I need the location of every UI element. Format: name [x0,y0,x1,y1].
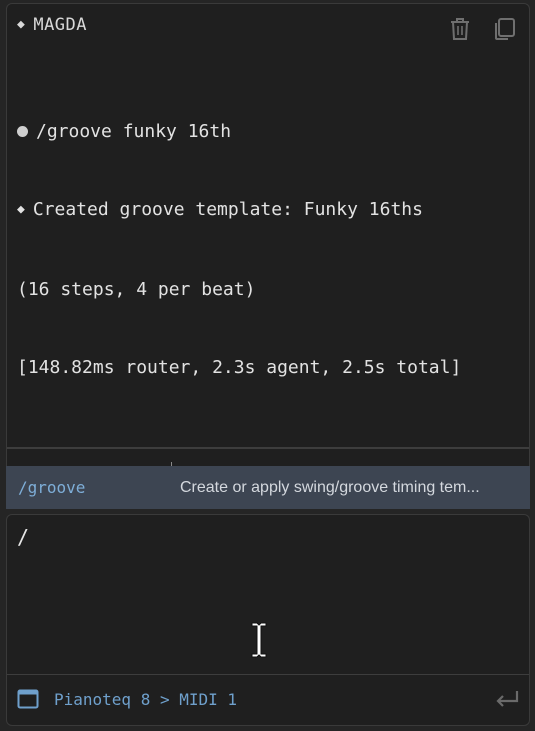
header-toolbar [447,16,517,42]
timing-line: [148.82ms router, 2.3s agent, 2.5s total… [17,357,462,378]
autocomplete-suggestion[interactable]: /groove Create or apply swing/groove tim… [6,466,530,509]
divider [7,447,529,449]
assistant-message: ◆ Created groove template: Funky 16ths [17,197,519,225]
chat-input-box[interactable]: / Pianoteq 8 > MIDI 1 [6,514,530,726]
response-line-1: Created groove template: Funky 16ths [32,199,423,220]
enter-icon[interactable] [493,687,521,715]
app-title: MAGDA [33,15,88,35]
clear-button[interactable] [447,16,473,42]
trash-icon [451,18,469,40]
user-bullet-icon [17,126,28,137]
copy-button[interactable] [491,16,517,42]
suggestion-command: /groove [18,478,86,497]
panel-header: ◆ MAGDA [17,15,87,35]
device-selector[interactable]: Pianoteq 8 > MIDI 1 [54,690,237,709]
diamond-icon: ◆ [17,17,26,32]
input-footer: Pianoteq 8 > MIDI 1 [7,675,529,725]
suggestion-description: Create or apply swing/groove timing tem.… [180,478,480,496]
user-command-text: /groove funky 16th [36,121,232,142]
copy-icon [495,18,515,40]
diamond-icon: ◆ [17,202,25,217]
text-cursor-icon [249,621,269,663]
window-icon[interactable] [17,689,39,713]
response-line-2: (16 steps, 4 per beat) [17,279,256,300]
user-message: /groove funky 16th [17,119,519,145]
chat-panel: ◆ MAGDA /groove funky 16th ◆ Created groov… [6,3,530,509]
chat-input[interactable]: / [17,525,29,549]
transcript: /groove funky 16th ◆ Created groove templ… [17,67,519,433]
